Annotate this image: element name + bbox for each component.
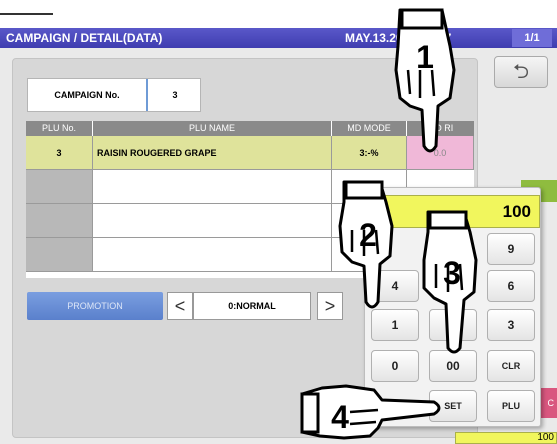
page-indicator: 1/1 [512,29,552,47]
plu-no-cell: 3 [26,136,93,170]
plu-no-cell [26,204,93,238]
pointing-hand-1: 1 [394,8,456,153]
plu-name-cell: RAISIN ROUGERED GRAPE [93,136,332,170]
promotion-prev-button[interactable]: < [167,292,193,320]
key-6[interactable]: 6 [487,270,535,302]
header-plu-name: PLU NAME [93,121,331,136]
bottom-value-display: 100 [455,432,557,444]
step-3-label: 3 [443,255,461,291]
campaign-number-label: CAMPAIGN No. [28,79,148,111]
pointing-hand-3: 3 [422,210,478,354]
step-4-label: 4 [331,399,349,435]
key-0[interactable]: 0 [371,350,419,382]
campaign-number-value: 3 [172,90,178,100]
plu-no-cell [26,238,93,272]
top-underline [0,13,53,15]
screen-title: CAMPAIGN / DETAIL(DATA) [6,31,163,45]
promotion-value: 0:NORMAL [193,292,311,320]
plu-name-cell [93,170,332,204]
plu-name-cell [93,204,332,238]
promotion-selector: PROMOTION < 0:NORMAL > [27,292,343,320]
plu-button[interactable]: PLU [487,390,535,422]
clear-button[interactable]: CLR [487,350,535,382]
key-1[interactable]: 1 [371,309,419,341]
step-1-label: 1 [416,39,434,75]
pointing-hand-2: 2 [338,180,394,309]
back-button[interactable]: ⮌ [494,56,548,88]
plu-name-cell [93,238,332,272]
step-2-label: 2 [359,217,377,253]
plu-no-cell [26,170,93,204]
title-bar: CAMPAIGN / DETAIL(DATA) MAY.13.20 (I) 05… [0,28,557,48]
campaign-number-field[interactable]: CAMPAIGN No. 3 [27,78,201,112]
header-plu-no: PLU No. [26,121,92,136]
key-3[interactable]: 3 [487,309,535,341]
key-9[interactable]: 9 [487,233,535,265]
promotion-label: PROMOTION [27,292,163,320]
pointing-hand-4: 4 [300,384,441,440]
